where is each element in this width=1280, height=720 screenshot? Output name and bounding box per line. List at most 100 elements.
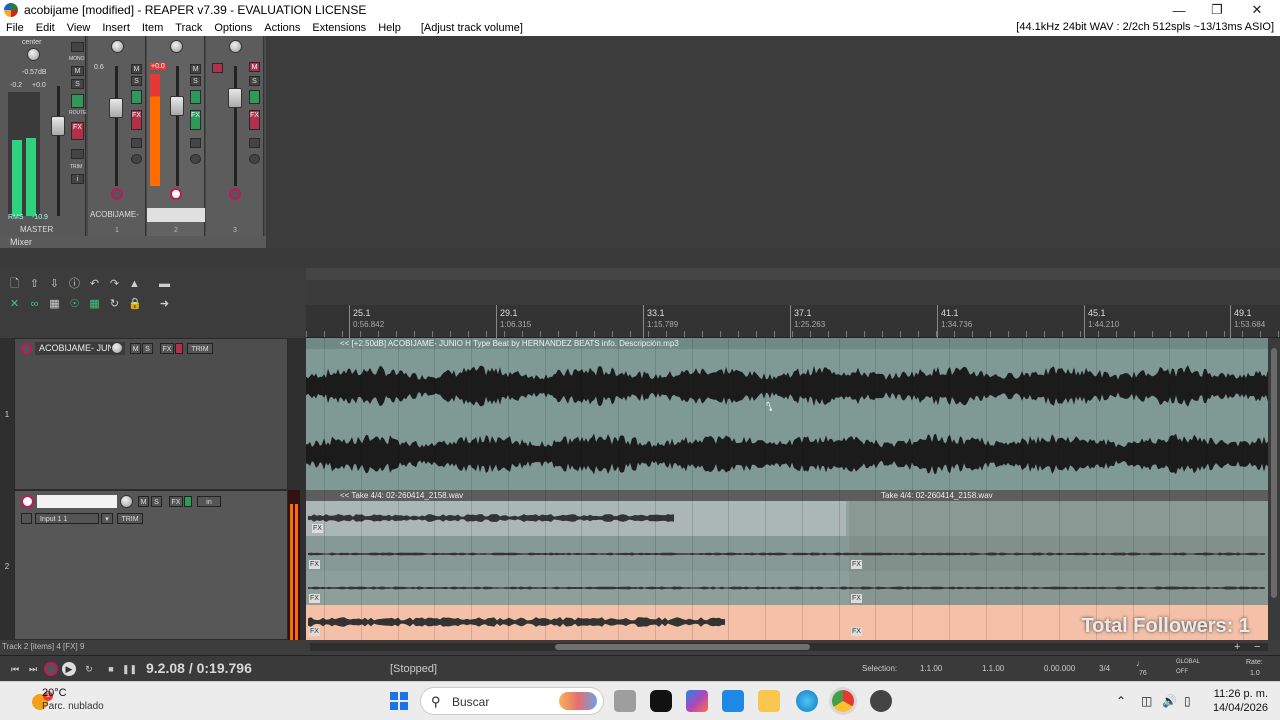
take-2-fx-tag[interactable]: FX — [309, 560, 320, 569]
toolbar-blank-icon[interactable]: ▬ — [158, 278, 171, 291]
strip-3-fx-button[interactable]: FX — [249, 110, 260, 130]
strip-3-mute-button[interactable]: M — [249, 62, 260, 72]
horizontal-scrollbar[interactable] — [310, 643, 1268, 651]
loop-icon[interactable]: ↻ — [108, 298, 121, 311]
strip-2-fader[interactable] — [170, 96, 184, 116]
maximize-icon[interactable]: ❐ — [1198, 0, 1236, 20]
stop-button[interactable]: ■ — [104, 662, 118, 676]
go-to-start-icon[interactable]: ⏮ — [8, 662, 22, 676]
strip-3-record-arm[interactable] — [229, 188, 241, 200]
repeat-icon[interactable]: ↻ — [82, 662, 96, 676]
time-position[interactable]: 9.2.08 / 0:19.796 — [146, 660, 252, 676]
strip-2-phase-icon[interactable] — [190, 138, 201, 148]
master-pan-knob[interactable] — [27, 48, 40, 61]
project-settings-icon[interactable]: ⓘ — [68, 278, 81, 291]
track-2-fx-button[interactable]: FX — [169, 496, 183, 507]
strip-1-phase-icon[interactable] — [131, 138, 142, 148]
save-project-icon[interactable]: ⇩ — [48, 278, 61, 291]
selection-length[interactable]: 0.00.000 — [1044, 664, 1075, 673]
tempo-bpm[interactable]: 76 — [1139, 670, 1147, 677]
lock-icon[interactable]: 🔒 — [128, 298, 142, 311]
menu-view[interactable]: View — [61, 22, 97, 34]
strip-2-name[interactable] — [147, 208, 205, 222]
track-2-mute-button[interactable]: M — [138, 496, 149, 507]
timeline-ruler[interactable]: 25.1 0:56.842 29.1 1:06.315 33.1 1:15.789 3… — [306, 305, 1280, 338]
audio-status[interactable]: [44.1kHz 24bit WAV : 2/2ch 512spls ~13/1… — [1016, 21, 1274, 33]
take-4-fx-tag[interactable]: FX — [309, 627, 320, 636]
track-1-media-item[interactable]: << [+2.50dB] ACOBIJAME- JUNIO H Type Bea… — [306, 338, 1268, 490]
dock-divider[interactable] — [0, 248, 1280, 268]
strip-2-solo-button[interactable]: S — [190, 76, 201, 86]
take-1-fx-tag[interactable]: FX — [312, 524, 323, 533]
menu-file[interactable]: File — [0, 22, 30, 34]
track-1-volume-knob[interactable] — [111, 342, 123, 354]
grid-lines-icon[interactable]: ▦ — [88, 298, 101, 311]
track-1-trim-button[interactable]: TRIM — [187, 343, 213, 354]
track-2-control[interactable]: M S FX in Input 1 1 ▾ TRIM — [14, 490, 288, 640]
auto-crossfade-icon[interactable]: ✕ — [8, 298, 21, 311]
metronome-tempo-icon[interactable]: ♩ — [1136, 658, 1145, 668]
menu-track[interactable]: Track — [169, 22, 208, 34]
track-1-mute-button[interactable]: M — [130, 343, 141, 354]
reaper-taskbar-icon[interactable] — [870, 690, 892, 712]
youtube-app-icon[interactable] — [650, 690, 672, 712]
menu-insert[interactable]: Insert — [96, 22, 136, 34]
copilot-app-icon[interactable] — [686, 690, 708, 712]
metronome-icon[interactable]: ▲ — [128, 278, 141, 291]
zoom-in-icon[interactable]: + — [1234, 641, 1240, 653]
menu-extensions[interactable]: Extensions — [306, 22, 372, 34]
track-2-volume-knob[interactable] — [120, 495, 133, 508]
time-signature[interactable]: 3/4 — [1099, 664, 1110, 673]
selection-end[interactable]: 1.1.00 — [982, 664, 1004, 673]
master-mute-button[interactable]: M — [71, 66, 84, 76]
track-1-fx-bypass-icon[interactable] — [175, 343, 183, 354]
track-2-name[interactable] — [37, 495, 117, 508]
strip-1-record-arm[interactable] — [111, 188, 123, 200]
track-2-input-icon[interactable] — [21, 513, 32, 524]
tray-overflow-icon[interactable]: ⌃ — [1116, 694, 1126, 708]
undo-icon[interactable]: ↶ — [88, 278, 101, 291]
close-icon[interactable]: ✕ — [1238, 0, 1276, 20]
envelope-tool-icon[interactable]: ➜ — [158, 298, 171, 311]
edge-browser-icon[interactable] — [796, 690, 818, 712]
track-2-solo-button[interactable]: S — [151, 496, 162, 507]
master-mono-button[interactable] — [71, 42, 84, 52]
master-fader[interactable] — [51, 116, 65, 136]
network-icon[interactable]: ◫ — [1141, 694, 1152, 708]
rate-value[interactable]: 1.0 — [1250, 670, 1260, 677]
strip-2-pan-knob[interactable] — [170, 40, 183, 53]
play-button[interactable]: ▶ — [62, 662, 76, 676]
start-button-icon[interactable] — [390, 692, 408, 710]
strip-3-io-icon[interactable] — [249, 154, 260, 164]
track-2-input-monitor-button[interactable]: in — [197, 496, 221, 507]
ripple-edit-icon[interactable]: ∞ — [28, 298, 41, 311]
arrange-view[interactable]: << [+2.50dB] ACOBIJAME- JUNIO H Type Bea… — [306, 338, 1268, 640]
pause-button[interactable]: ❚❚ — [122, 662, 137, 676]
strip-2-record-arm[interactable] — [170, 188, 182, 200]
global-automation-state[interactable]: OFF — [1176, 669, 1188, 675]
file-explorer-icon[interactable] — [758, 690, 780, 712]
strip-2-io-icon[interactable] — [190, 154, 201, 164]
track-2-record-arm[interactable] — [21, 495, 34, 508]
selection-start[interactable]: 1.1.00 — [920, 664, 942, 673]
menu-actions[interactable]: Actions — [258, 22, 306, 34]
weather-widget[interactable]: 1 — [14, 687, 53, 715]
track-1-solo-button[interactable]: S — [142, 343, 153, 354]
menu-options[interactable]: Options — [208, 22, 258, 34]
volume-icon[interactable]: 🔊 — [1162, 694, 1177, 708]
zoom-out-icon[interactable]: − — [1254, 641, 1260, 653]
master-env-button[interactable] — [71, 94, 84, 108]
mixer-tab[interactable]: Mixer — [0, 236, 266, 248]
track-2-input-select[interactable]: Input 1 1 — [35, 513, 99, 524]
new-project-icon[interactable]: 🗋 — [8, 278, 21, 291]
strip-3-solo-button[interactable]: S — [249, 76, 260, 86]
strip-3-pan-knob[interactable] — [229, 40, 242, 53]
strip-2-mute-button[interactable]: M — [190, 64, 201, 74]
item-grouping-icon[interactable]: ☉ — [68, 298, 81, 311]
master-phase-icon[interactable] — [71, 149, 84, 159]
take-2b-fx-tag[interactable]: FX — [851, 560, 862, 569]
strip-1-mute-button[interactable]: M — [131, 64, 142, 74]
strip-1-env-button[interactable] — [131, 90, 142, 104]
track-1-record-arm[interactable] — [21, 343, 32, 354]
take-4b-fx-tag[interactable]: FX — [851, 627, 862, 636]
